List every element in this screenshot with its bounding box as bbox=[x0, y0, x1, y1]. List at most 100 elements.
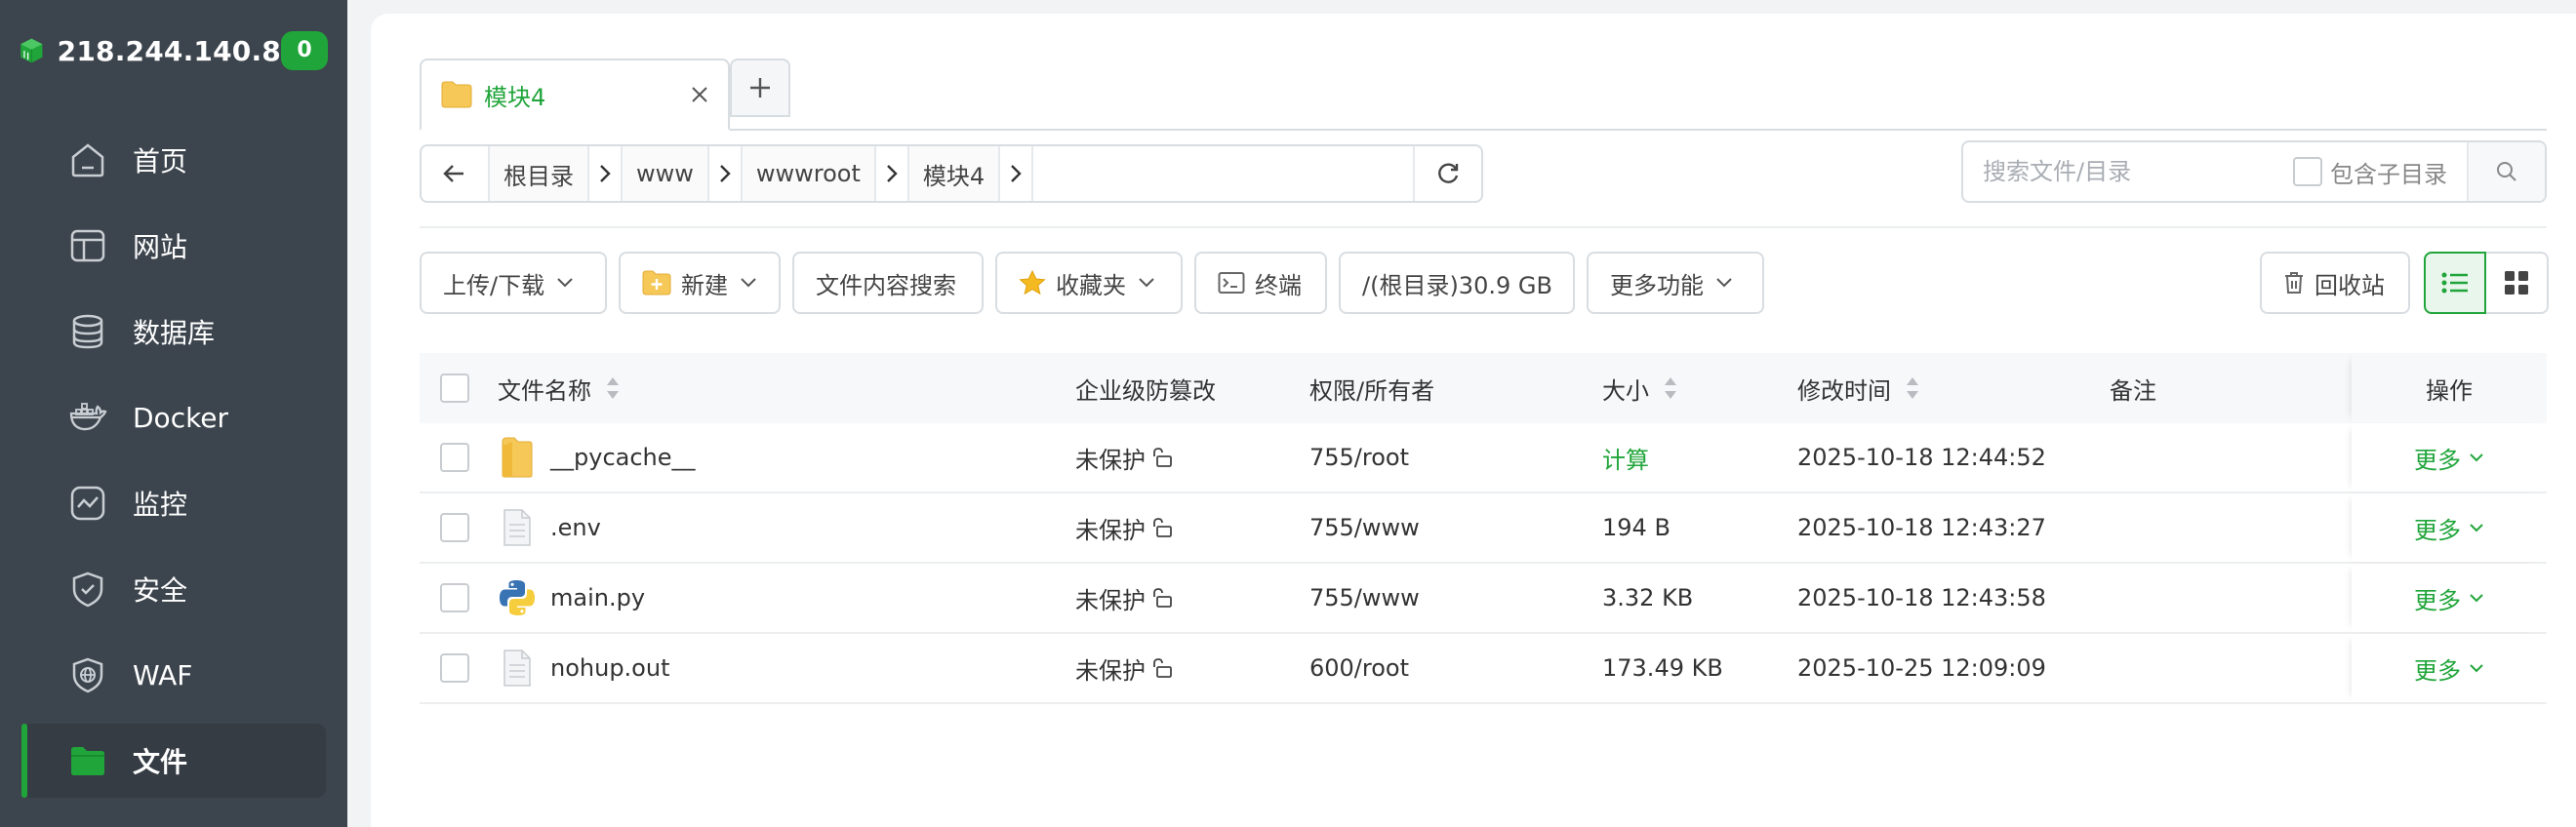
file-icon bbox=[498, 506, 537, 549]
sort-icon[interactable] bbox=[1905, 375, 1920, 401]
server-logo-icon bbox=[20, 38, 43, 63]
more-actions-button[interactable]: 更多 bbox=[2414, 581, 2484, 615]
grid-view-button[interactable] bbox=[2486, 252, 2549, 314]
row-checkbox[interactable] bbox=[440, 653, 469, 683]
more-actions-button[interactable]: 更多 bbox=[2414, 441, 2484, 475]
search-button[interactable] bbox=[2467, 142, 2545, 201]
table-row[interactable]: __pycache__ 未保护 755/root 计算 2025-10-18 1… bbox=[420, 423, 2547, 493]
waf-icon bbox=[66, 653, 109, 696]
unlock-icon[interactable] bbox=[1151, 517, 1173, 538]
file-name-cell[interactable]: __pycache__ bbox=[490, 436, 1075, 479]
tab-label: 模块4 bbox=[484, 83, 546, 111]
close-icon[interactable] bbox=[685, 80, 714, 109]
table-row[interactable]: .env 未保护 755/www 194 B 2025-10-18 12:43:… bbox=[420, 493, 2547, 564]
unlock-icon[interactable] bbox=[1151, 657, 1173, 679]
sidebar-item-monitor[interactable]: 监控 bbox=[21, 466, 326, 540]
permission-cell[interactable]: 755/www bbox=[1309, 514, 1602, 541]
sidebar-item-home[interactable]: 首页 bbox=[21, 123, 326, 197]
protection-status[interactable]: 未保护 bbox=[1075, 581, 1146, 615]
new-button[interactable]: 新建 bbox=[619, 252, 781, 314]
content-search-button[interactable]: 文件内容搜索 bbox=[792, 252, 984, 314]
modified-cell: 2025-10-18 12:43:58 bbox=[1797, 584, 2046, 611]
protection-status[interactable]: 未保护 bbox=[1075, 651, 1146, 686]
more-label: 更多 bbox=[2414, 516, 2461, 544]
sidebar-item-waf[interactable]: WAF bbox=[21, 638, 326, 712]
chevron-right-icon[interactable] bbox=[589, 146, 623, 201]
permission-cell[interactable]: 600/root bbox=[1309, 654, 1602, 682]
row-checkbox[interactable] bbox=[440, 443, 469, 472]
size-calc-link[interactable]: 计算 bbox=[1602, 441, 1797, 475]
breadcrumb-wwwroot[interactable]: wwwroot bbox=[742, 146, 876, 201]
upload-download-button[interactable]: 上传/下载 bbox=[420, 252, 607, 314]
checkbox[interactable] bbox=[2293, 157, 2322, 186]
file-name[interactable]: nohup.out bbox=[550, 654, 669, 682]
file-name[interactable]: __pycache__ bbox=[550, 444, 696, 471]
file-name[interactable]: main.py bbox=[550, 584, 645, 611]
chevron-down-icon bbox=[2469, 523, 2484, 532]
tab-module4[interactable]: 模块4 bbox=[420, 59, 730, 131]
search-input[interactable] bbox=[1963, 144, 2293, 199]
sidebar-item-website[interactable]: 网站 bbox=[21, 209, 326, 283]
table-row[interactable]: nohup.out 未保护 600/root 173.49 KB 2025-10… bbox=[420, 634, 2547, 704]
protection-cell: 未保护 bbox=[1075, 581, 1309, 615]
breadcrumb-module4[interactable]: 模块4 bbox=[908, 146, 1001, 201]
more-functions-button[interactable]: 更多功能 bbox=[1587, 252, 1764, 314]
actions-cell: 更多 bbox=[2352, 493, 2547, 562]
refresh-button[interactable] bbox=[1413, 146, 1481, 201]
new-label: 新建 bbox=[681, 271, 728, 299]
file-name-cell[interactable]: .env bbox=[490, 506, 1075, 549]
unlock-icon[interactable] bbox=[1151, 587, 1173, 609]
protection-cell: 未保护 bbox=[1075, 651, 1309, 686]
notification-badge[interactable]: 0 bbox=[281, 31, 328, 70]
chevron-right-icon[interactable] bbox=[709, 146, 743, 201]
header-modified[interactable]: 修改时间 bbox=[1797, 372, 2110, 406]
protection-status[interactable]: 未保护 bbox=[1075, 511, 1146, 545]
more-actions-button[interactable]: 更多 bbox=[2414, 511, 2484, 545]
refresh-icon bbox=[1438, 163, 1459, 183]
permission-cell[interactable]: 755/root bbox=[1309, 444, 1602, 471]
header-name[interactable]: 文件名称 bbox=[490, 372, 1075, 406]
chevron-right-icon[interactable] bbox=[876, 146, 909, 201]
select-all-checkbox[interactable] bbox=[440, 374, 469, 403]
disk-usage-button[interactable]: /(根目录)30.9 GB bbox=[1339, 252, 1575, 314]
protection-status[interactable]: 未保护 bbox=[1075, 441, 1146, 475]
sidebar-item-label: 网站 bbox=[133, 231, 188, 263]
database-icon bbox=[66, 310, 109, 353]
sidebar-item-security[interactable]: 安全 bbox=[21, 552, 326, 626]
row-checkbox[interactable] bbox=[440, 513, 469, 542]
chevron-down-icon bbox=[2469, 663, 2484, 673]
sidebar-item-label: 数据库 bbox=[133, 317, 216, 349]
add-tab-button[interactable] bbox=[730, 59, 790, 117]
unlock-icon[interactable] bbox=[1151, 447, 1173, 468]
permission-cell[interactable]: 755/www bbox=[1309, 584, 1602, 611]
header-size[interactable]: 大小 bbox=[1602, 372, 1797, 406]
breadcrumb-root[interactable]: 根目录 bbox=[490, 146, 589, 201]
row-checkbox[interactable] bbox=[440, 583, 469, 612]
file-name[interactable]: .env bbox=[550, 514, 601, 541]
include-subdirs-checkbox[interactable]: 包含子目录 bbox=[2293, 155, 2447, 189]
include-subdirs-label: 包含子目录 bbox=[2330, 160, 2447, 188]
sidebar-item-docker[interactable]: Docker bbox=[21, 380, 326, 454]
favorites-button[interactable]: 收藏夹 bbox=[995, 252, 1183, 314]
path-input-area[interactable] bbox=[1033, 146, 1413, 201]
terminal-button[interactable]: 终端 bbox=[1194, 252, 1327, 314]
file-name-cell[interactable]: nohup.out bbox=[490, 647, 1075, 689]
sidebar-item-files[interactable]: 文件 bbox=[21, 724, 326, 798]
size-cell: 173.49 KB bbox=[1602, 654, 1723, 682]
terminal-label: 终端 bbox=[1255, 271, 1302, 299]
toolbar: 上传/下载 新建 文件内容搜索 收藏夹 终端 /(根目录)30.9 GB 更多功… bbox=[420, 252, 1776, 314]
sort-icon[interactable] bbox=[605, 375, 621, 401]
folder-icon bbox=[441, 81, 472, 108]
sort-icon[interactable] bbox=[1663, 375, 1678, 401]
back-button[interactable] bbox=[422, 146, 490, 201]
chevron-right-icon[interactable] bbox=[1000, 146, 1034, 201]
breadcrumb-www[interactable]: www bbox=[623, 146, 709, 201]
file-name-cell[interactable]: main.py bbox=[490, 576, 1075, 619]
sidebar-item-database[interactable]: 数据库 bbox=[21, 295, 326, 369]
more-actions-button[interactable]: 更多 bbox=[2414, 651, 2484, 686]
list-view-button[interactable] bbox=[2424, 252, 2486, 314]
table-row[interactable]: main.py 未保护 755/www 3.32 KB 2025-10-18 1… bbox=[420, 564, 2547, 634]
recycle-bin-button[interactable]: 回收站 bbox=[2260, 252, 2410, 314]
file-search-box: 包含子目录 bbox=[1961, 140, 2547, 203]
modified-cell: 2025-10-25 12:09:09 bbox=[1797, 654, 2046, 682]
